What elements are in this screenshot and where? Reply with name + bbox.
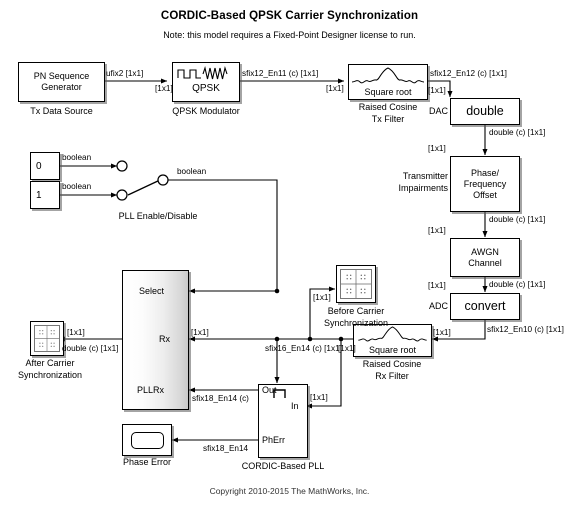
signal-label-sfix16-en14: sfix16_En14 (c) [1x1] <box>265 344 342 353</box>
scope-after-carrier-synchronization[interactable] <box>30 321 64 356</box>
port-label-in: In <box>291 401 299 411</box>
signal-label-after-scope-dims: [1x1] <box>67 328 85 337</box>
caption-transmitter-impairments: Transmitter Impairments <box>398 171 448 193</box>
signal-label-boolean-out: boolean <box>177 167 207 176</box>
signal-label-after-scope-double: double (c) [1x1] <box>62 344 119 353</box>
block-qpsk-modulator-label: QPSK <box>192 83 220 94</box>
port-label-select: Select <box>139 286 165 296</box>
block-constant-one[interactable]: 1 <box>30 181 60 209</box>
signal-label-sfix12-en12: sfix12_En12 (c) [1x1] <box>430 69 507 78</box>
block-raised-cosine-tx-filter-label: Square root <box>364 87 412 97</box>
block-qpsk-modulator[interactable]: QPSK <box>172 62 240 102</box>
scope-phase-error[interactable] <box>122 424 172 456</box>
constellation-scope-icon <box>340 269 372 299</box>
block-awgn-channel[interactable]: AWGN Channel <box>450 238 520 277</box>
signal-label-sfix16-dims: [1x1] <box>338 344 356 353</box>
signal-label-qpsk-in-dims: [1x1] <box>155 84 173 93</box>
block-pn-sequence-generator[interactable]: PN Sequence Generator <box>18 62 105 102</box>
caption-before-carrier-synchronization: Before Carrier Synchronization <box>323 306 389 328</box>
constellation-scope-icon <box>34 325 60 352</box>
caption-cordic-based-pll: CORDIC-Based PLL <box>241 461 325 471</box>
block-raised-cosine-rx-filter-label: Square root <box>368 345 417 355</box>
signal-label-sfix12-en11: sfix12_En11 (c) [1x1] <box>242 69 319 78</box>
signal-label-sfix12-en10: sfix12_En10 (c) [1x1] <box>487 325 564 334</box>
block-cordic-based-pll[interactable] <box>258 384 308 458</box>
block-constant-zero[interactable]: 0 <box>30 152 60 180</box>
block-constant-zero-label: 0 <box>36 160 42 172</box>
signal-label-adc-in-dims: [1x1] <box>428 281 446 290</box>
signal-label-awgn-in-dims: [1x1] <box>428 226 446 235</box>
block-adc-convert[interactable]: convert <box>450 293 520 320</box>
signal-label-awgn-out: double (c) [1x1] <box>489 280 546 289</box>
signal-label-before-scope-dims: [1x1] <box>313 293 331 302</box>
signal-label-txfilter-in-dims: [1x1] <box>326 84 344 93</box>
caption-adc: ADC <box>428 301 448 311</box>
port-label-out: Out <box>262 385 277 395</box>
block-pn-sequence-generator-label: PN Sequence Generator <box>33 71 90 92</box>
block-dac-double[interactable]: double <box>450 98 520 125</box>
signal-label-pfo-out: double (c) [1x1] <box>489 215 546 224</box>
caption-tx-data-source: Tx Data Source <box>30 106 93 116</box>
caption-pll-enable-disable: PLL Enable/Disable <box>118 211 198 221</box>
signal-label-sfix18-en14: sfix18_En14 <box>203 444 249 453</box>
block-awgn-channel-label: AWGN Channel <box>468 246 502 268</box>
signal-label-dac-out: double (c) [1x1] <box>489 128 546 137</box>
copyright-text: Copyright 2010-2015 The MathWorks, Inc. <box>209 486 370 496</box>
signal-label-sfix18-en14-c: sfix18_En14 (c) <box>192 394 249 403</box>
signal-label-pfo-in-dims: [1x1] <box>428 144 446 153</box>
signal-label-boolean-bottom: boolean <box>62 182 92 191</box>
signal-label-dac-in-dims: [1x1] <box>428 86 446 95</box>
caption-phase-error: Phase Error <box>122 457 172 467</box>
signal-label-cordic-in-dims: [1x1] <box>310 393 328 402</box>
block-dac-double-label: double <box>466 104 504 118</box>
block-phase-frequency-offset-label: Phase/ Frequency Offset <box>463 167 507 200</box>
block-phase-frequency-offset[interactable]: Phase/ Frequency Offset <box>450 156 520 212</box>
port-label-pllrx: PLLRx <box>137 385 165 395</box>
port-label-pherr: PhErr <box>262 435 286 445</box>
signal-label-ufix2: ufix2 [1x1] <box>106 69 144 78</box>
caption-raised-cosine-rx-filter: Raised Cosine Rx Filter <box>362 359 422 381</box>
caption-qpsk-modulator: QPSK Modulator <box>172 106 240 116</box>
scope-before-carrier-synchronization[interactable] <box>336 265 376 303</box>
port-label-rx: Rx <box>159 334 170 344</box>
signal-label-rx-port-dims: [1x1] <box>191 328 209 337</box>
pulse-and-sine-icon <box>177 65 228 80</box>
signal-label-rxfilter-in-dims: [1x1] <box>433 328 451 337</box>
block-adc-convert-label: convert <box>464 299 506 313</box>
raised-cosine-icon <box>351 67 425 84</box>
block-raised-cosine-tx-filter[interactable]: Square root <box>348 64 428 100</box>
caption-after-carrier-synchronization: After Carrier Synchronization <box>17 358 83 380</box>
block-constant-one-label: 1 <box>36 189 42 201</box>
caption-dac: DAC <box>428 106 448 116</box>
scope-icon <box>126 428 168 452</box>
signal-label-boolean-top: boolean <box>62 153 92 162</box>
